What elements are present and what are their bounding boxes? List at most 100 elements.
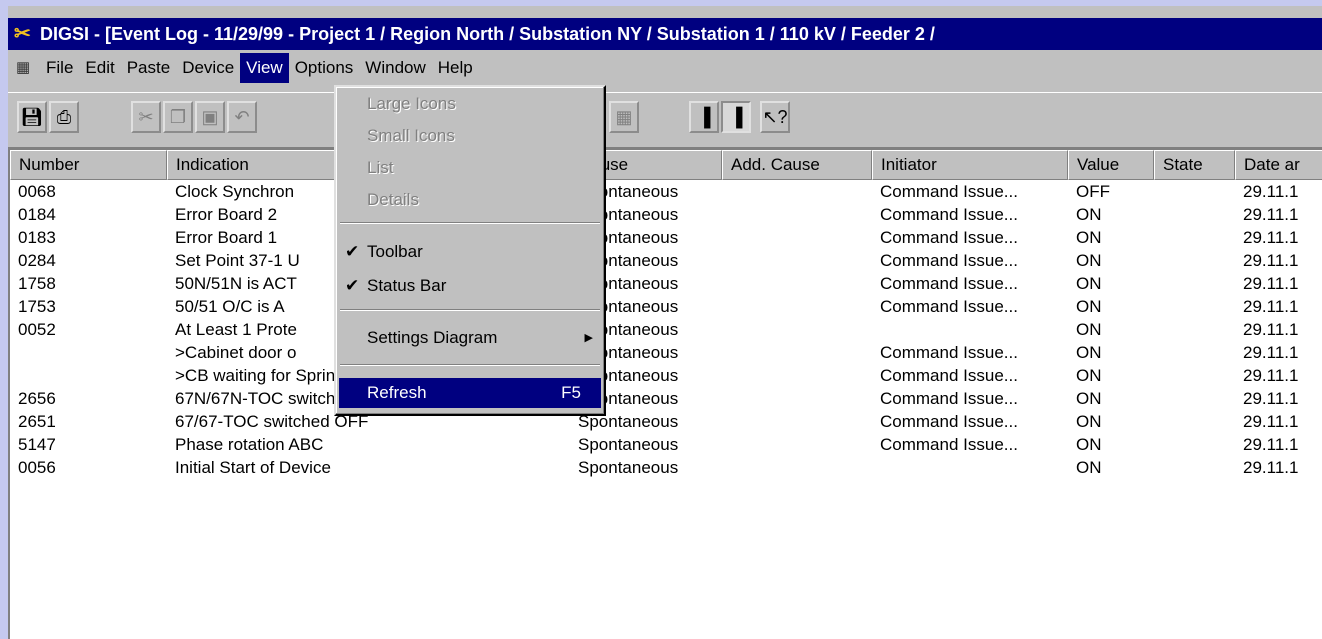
column-header-number[interactable]: Number — [10, 150, 167, 180]
menu-item-toolbar[interactable]: ✔ Toolbar — [339, 237, 601, 267]
details-view-icon[interactable]: ▦ — [609, 101, 639, 133]
menu-file[interactable]: File — [40, 53, 79, 83]
cell-date: 29.11.1 — [1243, 389, 1299, 408]
menu-window[interactable]: Window — [359, 53, 431, 83]
column-header-initiator[interactable]: Initiator — [872, 150, 1068, 180]
column-header-state[interactable]: State — [1154, 150, 1235, 180]
cell-initiator — [872, 318, 1068, 341]
menu-item-status-bar[interactable]: ✔ Status Bar — [339, 271, 601, 301]
table-row[interactable]: 5147 Phase rotation ABC Spontaneous Command… — [10, 433, 1322, 456]
table-row[interactable]: 0068 Clock Synchron Spontaneous Command Iss… — [10, 180, 1322, 203]
cell-date: 29.11.1 — [1243, 343, 1299, 362]
cell-value: ON — [1076, 412, 1102, 431]
table-row[interactable]: 0183 Error Board 1 Spontaneous Command Issu… — [10, 226, 1322, 249]
table-row[interactable]: 0052 At Least 1 Prote Spontaneous ON 29.11.1 — [10, 318, 1322, 341]
cell-date: 29.11.1 — [1243, 435, 1299, 454]
table-row[interactable]: >Cabinet door o Spontaneous Command Issue.… — [10, 341, 1322, 364]
column-header-add-cause[interactable]: Add. Cause — [722, 150, 872, 180]
menu-view[interactable]: View — [240, 53, 289, 83]
table-row[interactable]: 1758 50N/51N is ACT Spontaneous Command Iss… — [10, 272, 1322, 295]
cell-add-cause — [722, 249, 872, 272]
cell-number: 0056 — [18, 458, 56, 477]
column-header-value[interactable]: Value — [1068, 150, 1154, 180]
toolbar-group-view: ▦ — [604, 97, 644, 137]
toolbar-group-edit: ✂ ❐ ▣ ↶ — [126, 97, 262, 137]
cell-state — [1154, 203, 1235, 226]
cut-icon[interactable]: ✂ — [131, 101, 161, 133]
table-row[interactable]: 1753 50/51 O/C is A Spontaneous Command Iss… — [10, 295, 1322, 318]
table-row[interactable]: 2656 67N/67N-TOC switched OFF Spontaneous C… — [10, 387, 1322, 410]
cell-value: ON — [1076, 389, 1102, 408]
copy-icon[interactable]: ❐ — [163, 101, 193, 133]
checkmark-icon: ✔ — [345, 242, 360, 261]
cell-date: 29.11.1 — [1243, 320, 1299, 339]
menu-device[interactable]: Device — [176, 53, 240, 83]
cell-add-cause — [722, 456, 872, 479]
cell-date: 29.11.1 — [1243, 251, 1299, 270]
app-window: ✂ DIGSI - [Event Log - 11/29/99 - Projec… — [8, 6, 1322, 639]
cell-value: ON — [1076, 297, 1102, 316]
cell-date: 29.11.1 — [1243, 228, 1299, 247]
cell-date: 29.11.1 — [1243, 182, 1299, 201]
title-bar[interactable]: ✂ DIGSI - [Event Log - 11/29/99 - Projec… — [8, 18, 1322, 50]
device-pressed-icon[interactable]: ▐ — [721, 101, 751, 133]
cell-date: 29.11.1 — [1243, 274, 1299, 293]
checkmark-icon: ✔ — [345, 276, 360, 295]
table-row[interactable]: 0056 Initial Start of Device Spontaneous ON… — [10, 456, 1322, 479]
cell-add-cause — [722, 295, 872, 318]
table-row[interactable]: 0184 Error Board 2 Spontaneous Command Issu… — [10, 203, 1322, 226]
save-icon[interactable]: 💾︎ — [17, 101, 47, 133]
cell-add-cause — [722, 180, 872, 203]
cell-initiator: Command Issue... — [880, 274, 1018, 293]
cell-state — [1154, 249, 1235, 272]
submenu-arrow-icon: ▶ — [584, 332, 593, 344]
cell-value: ON — [1076, 435, 1102, 454]
cell-number — [10, 341, 167, 364]
table-row[interactable]: >CB waiting for Spring charged Spontaneou… — [10, 364, 1322, 387]
column-header-date[interactable]: Date ar — [1235, 150, 1322, 180]
table-row[interactable]: 0284 Set Point 37-1 U Spontaneous Command I… — [10, 249, 1322, 272]
cell-add-cause — [722, 226, 872, 249]
cell-state — [1154, 318, 1235, 341]
cell-state — [1154, 295, 1235, 318]
menu-item-refresh[interactable]: Refresh F5 — [339, 378, 601, 408]
cell-state — [1154, 226, 1235, 249]
cell-number: 0183 — [18, 228, 56, 247]
toolbar: 💾︎ ⎙ ✂ ❐ ▣ ↶ ▦ ▐ ▐ ↖? — [8, 92, 1322, 148]
menu-help[interactable]: Help — [432, 53, 479, 83]
paste-icon[interactable]: ▣ — [195, 101, 225, 133]
menu-item-details[interactable]: Details — [339, 185, 601, 215]
cell-date: 29.11.1 — [1243, 458, 1299, 477]
cell-initiator: Command Issue... — [880, 251, 1018, 270]
cell-initiator: Command Issue... — [880, 182, 1018, 201]
cell-initiator: Command Issue... — [880, 435, 1018, 454]
print-icon[interactable]: ⎙ — [49, 101, 79, 133]
cell-date: 29.11.1 — [1243, 366, 1299, 385]
cell-state — [1154, 341, 1235, 364]
undo-icon[interactable]: ↶ — [227, 101, 257, 133]
menu-item-list[interactable]: List — [339, 153, 601, 183]
digsi-app-icon[interactable]: ✂ — [14, 23, 34, 45]
document-system-icon[interactable]: ▦ — [16, 58, 38, 78]
table-row[interactable]: 2651 67/67-TOC switched OFF Spontaneous Com… — [10, 410, 1322, 433]
cell-initiator — [872, 456, 1068, 479]
menu-paste[interactable]: Paste — [121, 53, 176, 83]
cell-state — [1154, 272, 1235, 295]
menu-item-settings-diagram[interactable]: Settings Diagram ▶ — [339, 323, 601, 353]
cell-number: 1758 — [18, 274, 56, 293]
menu-item-large-icons[interactable]: Large Icons — [339, 89, 601, 119]
cell-number: 2651 — [18, 412, 56, 431]
cell-add-cause — [722, 341, 872, 364]
menu-item-small-icons[interactable]: Small Icons — [339, 121, 601, 151]
menu-options[interactable]: Options — [289, 53, 360, 83]
cell-date: 29.11.1 — [1243, 297, 1299, 316]
help-pointer-icon[interactable]: ↖? — [760, 101, 790, 133]
cell-number: 2656 — [18, 389, 56, 408]
cell-value: OFF — [1076, 182, 1110, 201]
cell-indication: Phase rotation ABC — [175, 435, 324, 454]
device-icon[interactable]: ▐ — [689, 101, 719, 133]
menu-edit[interactable]: Edit — [79, 53, 120, 83]
cell-add-cause — [722, 203, 872, 226]
cell-value: ON — [1076, 251, 1102, 270]
cell-initiator: Command Issue... — [880, 389, 1018, 408]
